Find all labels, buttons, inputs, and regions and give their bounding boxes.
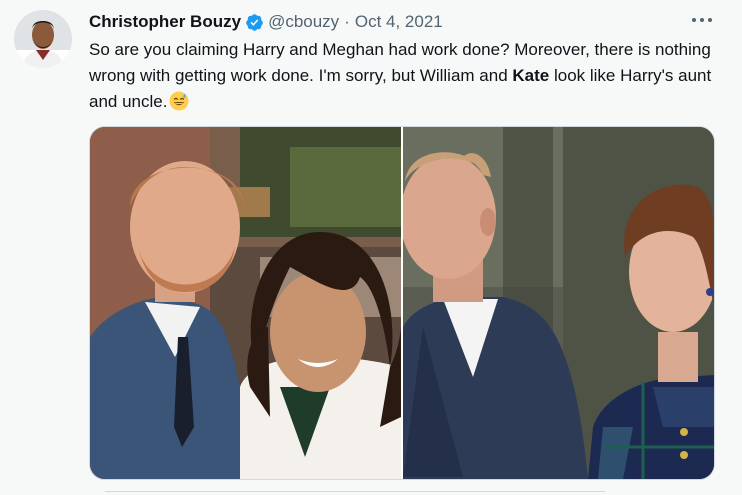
- tweet-date[interactable]: Oct 4, 2021: [355, 12, 443, 32]
- separator-dot: ·: [344, 12, 350, 31]
- tweet-media[interactable]: [89, 126, 715, 480]
- avatar[interactable]: [14, 10, 72, 68]
- media-photo-right[interactable]: [403, 127, 714, 479]
- tweet-header: Christopher Bouzy @cbouzy · Oct 4, 2021: [89, 11, 443, 33]
- tweet-text-bold: Kate: [512, 66, 550, 85]
- avatar-image: [14, 10, 72, 68]
- author-name[interactable]: Christopher Bouzy: [89, 12, 241, 32]
- grinning-face-with-sweat-emoji: [169, 91, 189, 111]
- photo-harry-meghan: [90, 127, 401, 479]
- more-options-icon[interactable]: [692, 13, 712, 27]
- divider: [105, 491, 605, 492]
- tweet[interactable]: Christopher Bouzy @cbouzy · Oct 4, 2021 …: [0, 0, 742, 495]
- media-photo-left[interactable]: [90, 127, 401, 479]
- tweet-text: So are you claiming Harry and Meghan had…: [89, 37, 719, 115]
- photo-william-kate: [403, 127, 714, 479]
- author-handle[interactable]: @cbouzy: [268, 12, 339, 32]
- verified-badge-icon: [245, 13, 264, 32]
